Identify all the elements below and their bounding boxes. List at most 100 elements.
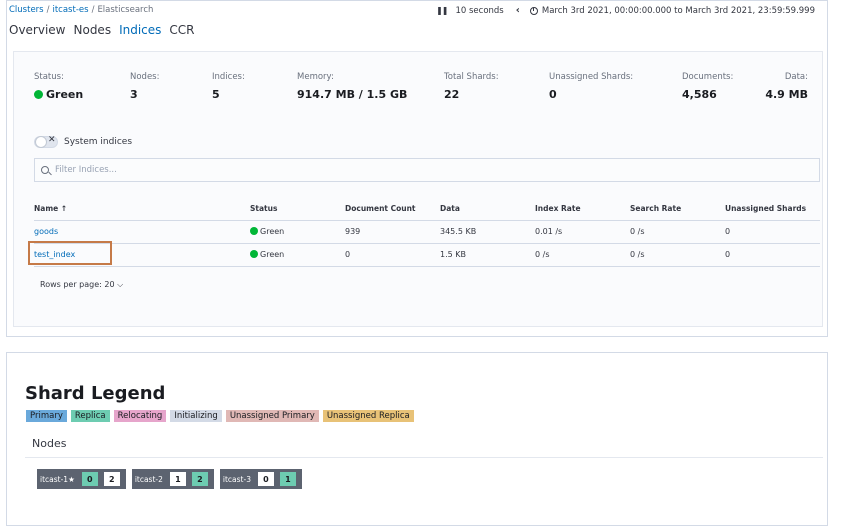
shard-replica[interactable]: 2 xyxy=(103,472,120,486)
search-rate: 0 /s xyxy=(630,220,725,244)
stat-memory: Memory: 914.7 MB / 1.5 GB xyxy=(297,72,407,101)
legend-primary: Primary xyxy=(26,410,67,422)
col-search-rate[interactable]: Search Rate xyxy=(630,198,725,221)
stat-value: Green xyxy=(46,88,84,101)
col-status[interactable]: Status xyxy=(250,198,345,221)
node-name: itcast-2 xyxy=(134,474,163,484)
stat-value: 22 xyxy=(444,88,460,101)
table-header-row: Name ↑ Status Document Count Data Index … xyxy=(34,198,820,221)
tab-nodes[interactable]: Nodes xyxy=(74,23,112,37)
status-text: Green xyxy=(260,250,285,259)
stat-value: 3 xyxy=(130,88,138,101)
stat-status: Status: Green xyxy=(34,72,83,101)
stat-value: 4,586 xyxy=(682,88,717,101)
index-link-goods[interactable]: goods xyxy=(34,227,58,236)
node-name: itcast-1 xyxy=(40,474,69,484)
data-size: 1.5 KB xyxy=(440,243,535,267)
filter-box xyxy=(34,158,820,182)
status-dot-icon xyxy=(250,227,258,235)
rows-per-page-label: Rows per page: 20 xyxy=(40,280,115,289)
shard-replica[interactable]: 0 xyxy=(257,472,274,486)
index-rate: 0 /s xyxy=(535,243,630,267)
tab-ccr[interactable]: CCR xyxy=(169,23,194,37)
stat-value: 0 xyxy=(549,88,557,101)
unassigned-shards: 0 xyxy=(725,243,820,267)
legend-relocating: Relocating xyxy=(113,410,167,422)
tab-overview[interactable]: Overview xyxy=(9,23,66,37)
shard-primary[interactable]: 2 xyxy=(191,472,208,486)
stat-label: Status: xyxy=(34,72,64,82)
stat-label: Memory: xyxy=(297,72,334,82)
search-icon xyxy=(41,166,49,174)
nodes-label: Nodes xyxy=(32,437,67,450)
stat-label: Indices: xyxy=(212,72,245,82)
search-rate: 0 /s xyxy=(630,243,725,267)
divider xyxy=(25,457,823,458)
status-dot-icon xyxy=(250,250,258,258)
close-icon: ✕ xyxy=(48,135,56,145)
document-count: 939 xyxy=(345,220,440,244)
legend-initializing: Initializing xyxy=(170,410,222,422)
col-unassigned-shards[interactable]: Unassigned Shards xyxy=(725,198,820,221)
indices-table: Name ↑ Status Document Count Data Index … xyxy=(34,198,820,267)
chevron-left-icon[interactable]: ‹ xyxy=(516,5,520,16)
system-indices-switch[interactable]: ✕ xyxy=(34,135,58,148)
shard-legend-panel: Shard Legend Primary Replica Relocating … xyxy=(6,352,828,526)
col-name[interactable]: Name ↑ xyxy=(34,198,250,221)
legend-replica: Replica xyxy=(70,410,110,422)
breadcrumb: Clusters / itcast-es / Elasticsearch xyxy=(9,5,154,15)
stat-documents: Documents: 4,586 xyxy=(682,72,733,101)
stat-label: Total Shards: xyxy=(444,72,499,82)
tab-indices[interactable]: Indices xyxy=(119,23,161,37)
cluster-stats: Status: Green Nodes: 3 Indices: 5 Memory… xyxy=(34,72,808,112)
shard-primary[interactable]: 1 xyxy=(279,472,296,486)
shard-primary[interactable]: 0 xyxy=(81,472,98,486)
top-bar: Clusters / itcast-es / Elasticsearch ❚❚ 10 s… xyxy=(7,1,827,21)
system-indices-label: System indices xyxy=(64,137,133,147)
stat-data: Data: 4.9 MB xyxy=(765,72,808,101)
stat-value: 5 xyxy=(212,88,220,101)
stat-value: 914.7 MB / 1.5 GB xyxy=(297,88,408,101)
node-itcast-3: itcast-3 0 1 xyxy=(219,469,302,489)
node-itcast-2: itcast-2 1 2 xyxy=(131,469,214,489)
shard-replica[interactable]: 1 xyxy=(169,472,186,486)
node-name: itcast-3 xyxy=(222,474,251,484)
cluster-panel: Clusters / itcast-es / Elasticsearch ❚❚ 10 s… xyxy=(6,0,828,337)
unassigned-shards: 0 xyxy=(725,220,820,244)
breadcrumb-clusters[interactable]: Clusters xyxy=(9,5,44,15)
col-data[interactable]: Data xyxy=(440,198,535,221)
filter-indices-input[interactable] xyxy=(55,165,755,175)
stat-unassigned-shards: Unassigned Shards: 0 xyxy=(549,72,633,101)
switch-knob xyxy=(35,136,47,148)
status-text: Green xyxy=(260,227,285,236)
node-itcast-1: itcast-1★ 0 2 xyxy=(37,469,126,489)
breadcrumb-current: Elasticsearch xyxy=(97,5,154,15)
rows-per-page[interactable]: Rows per page: 20 ⌵ xyxy=(40,280,123,290)
breadcrumb-cluster[interactable]: itcast-es xyxy=(52,5,88,15)
stat-nodes: Nodes: 3 xyxy=(130,72,159,101)
clock-icon xyxy=(529,6,538,15)
tab-bar: Overview Nodes Indices CCR xyxy=(9,23,195,37)
chevron-down-icon: ⌵ xyxy=(117,280,124,289)
stat-label: Unassigned Shards: xyxy=(549,72,634,82)
stat-label: Nodes: xyxy=(130,72,160,82)
time-controls: ❚❚ 10 seconds ‹ March 3rd 2021, 00:00:00… xyxy=(436,5,815,16)
index-link-test-index[interactable]: test_index xyxy=(34,250,75,259)
legend-title: Shard Legend xyxy=(25,383,166,404)
time-range[interactable]: March 3rd 2021, 00:00:00.000 to March 3r… xyxy=(542,6,815,16)
stat-label: Data: xyxy=(784,72,808,82)
system-indices-toggle-row: ✕ System indices xyxy=(34,135,133,148)
data-size: 345.5 KB xyxy=(440,220,535,244)
legend-unassigned-replica: Unassigned Replica xyxy=(322,410,414,422)
star-icon: ★ xyxy=(68,474,75,484)
stat-label: Documents: xyxy=(682,72,734,82)
refresh-interval[interactable]: 10 seconds xyxy=(455,6,503,16)
stat-indices: Indices: 5 xyxy=(212,72,245,101)
table-row: test_index Green 0 1.5 KB 0 /s 0 /s 0 xyxy=(34,243,820,267)
col-document-count[interactable]: Document Count xyxy=(345,198,440,221)
pause-icon[interactable]: ❚❚ xyxy=(436,6,448,15)
indices-content: Status: Green Nodes: 3 Indices: 5 Memory… xyxy=(13,51,823,327)
document-count: 0 xyxy=(345,243,440,267)
col-index-rate[interactable]: Index Rate xyxy=(535,198,630,221)
table-row: goods Green 939 345.5 KB 0.01 /s 0 /s 0 xyxy=(34,220,820,244)
